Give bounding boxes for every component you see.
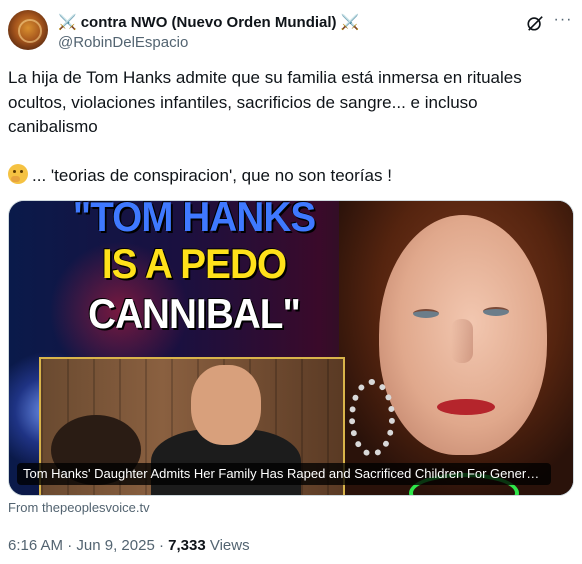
tweet-paragraph-2: ... 'teorias de conspiracion', que no so… (8, 163, 568, 189)
card-headline: "TOM HANKS IS A PEDO CANNIBAL" (29, 201, 359, 339)
tweet-line-2: ... 'teorias de conspiracion', que no so… (32, 165, 392, 185)
tweet-date[interactable]: Jun 9, 2025 (76, 537, 154, 554)
thinking-face-emoji-icon (8, 163, 28, 184)
author-name-text: contra NWO (Nuevo Orden Mundial) (80, 14, 337, 31)
card-source[interactable]: From thepeoplesvoice.tv (8, 500, 150, 516)
tweet-header: ⚔️ contra NWO (Nuevo Orden Mundial) ⚔️ @… (8, 10, 574, 54)
grok-icon[interactable] (526, 14, 544, 32)
author-display-name[interactable]: ⚔️ contra NWO (Nuevo Orden Mundial) ⚔️ (58, 13, 359, 32)
headline-line-1: "TOM HANKS (72, 200, 316, 240)
crossed-swords-icon: ⚔️ (58, 14, 77, 31)
meta-separator: · (63, 537, 77, 554)
meta-separator: · (154, 537, 169, 554)
avatar[interactable] (8, 10, 48, 50)
author-handle[interactable]: @RobinDelEspacio (58, 33, 359, 53)
tweet-time[interactable]: 6:16 AM (8, 537, 63, 554)
tweet-paragraph: La hija de Tom Hanks admite que su famil… (8, 68, 522, 136)
hoop-earring (349, 379, 395, 457)
headline-line-3: CANNIBAL" (88, 290, 301, 337)
eye-right (483, 307, 509, 316)
lips (437, 399, 495, 415)
tweet-text: La hija de Tom Hanks admite que su famil… (8, 66, 568, 188)
card-woman-portrait (339, 201, 573, 495)
views-label: Views (205, 537, 250, 554)
views-count: 7,333 (168, 537, 206, 554)
link-card[interactable]: "TOM HANKS IS A PEDO CANNIBAL" Tom Hanks… (8, 200, 574, 496)
crossed-swords-icon: ⚔️ (340, 14, 360, 31)
card-caption[interactable]: Tom Hanks' Daughter Admits Her Family Ha… (17, 463, 551, 485)
tweet-meta: 6:16 AM · Jun 9, 2025 · 7,333 Views (8, 536, 250, 556)
author-info: ⚔️ contra NWO (Nuevo Orden Mundial) ⚔️ @… (58, 13, 359, 53)
headline-line-2: IS A PEDO (101, 240, 287, 287)
eye-left (413, 309, 439, 318)
more-options-icon[interactable]: ··· (552, 12, 574, 32)
